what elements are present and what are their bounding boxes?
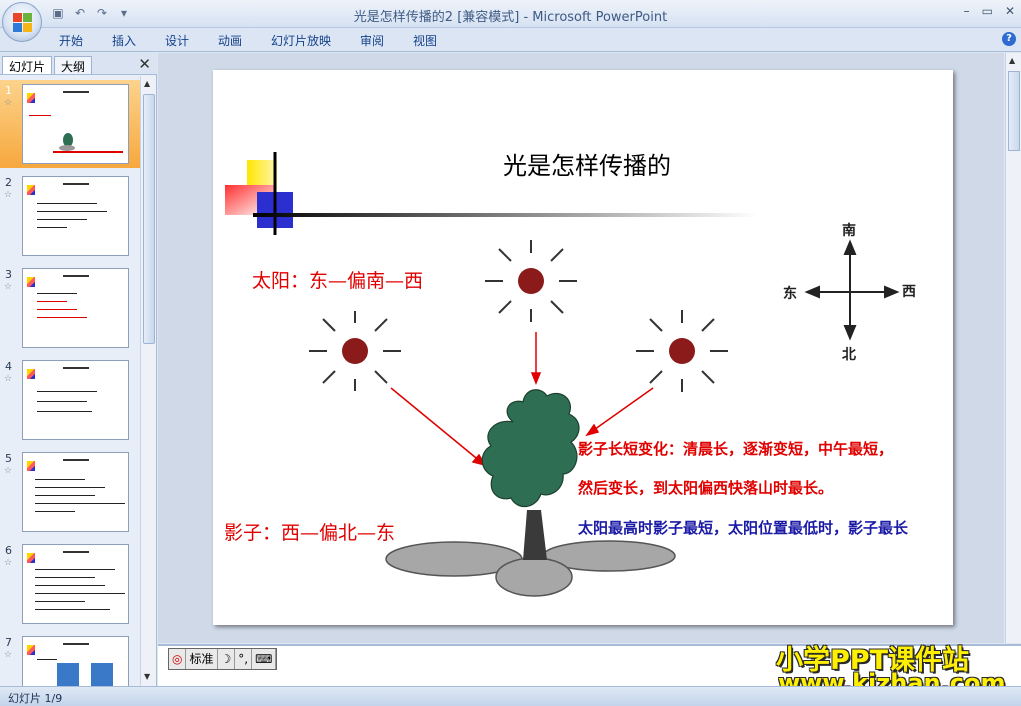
tab-home[interactable]: 开始 bbox=[59, 32, 83, 49]
slide-number: 4 bbox=[5, 360, 12, 373]
slide-number: 1 bbox=[5, 84, 12, 97]
office-button[interactable] bbox=[2, 2, 42, 42]
slide-preview bbox=[22, 544, 129, 624]
animation-icon: ☆ bbox=[4, 98, 13, 108]
compass-label-east: 东 bbox=[783, 286, 797, 302]
close-button[interactable]: ✕ bbox=[1005, 4, 1015, 18]
slide-canvas[interactable]: 光是怎样传播的 太阳：东—偏南—西 影子：西—偏北—东 影子长短变化：清晨长，逐… bbox=[213, 70, 953, 625]
tree-icon bbox=[481, 389, 580, 560]
tab-design[interactable]: 设计 bbox=[165, 32, 189, 49]
slide-preview bbox=[22, 636, 129, 686]
animation-icon: ☆ bbox=[4, 374, 13, 384]
slide-title[interactable]: 光是怎样传播的 bbox=[503, 146, 671, 181]
sun-path-label[interactable]: 太阳：东—偏南—西 bbox=[252, 266, 423, 293]
shadow-change-text-1[interactable]: 影子长短变化：清晨长，逐渐变短，中午最短， bbox=[578, 438, 893, 459]
window-title: 光是怎样传播的2 [兼容模式] - Microsoft PowerPoint bbox=[353, 10, 668, 25]
close-icon[interactable]: ✕ bbox=[138, 55, 151, 73]
compass-label-west: 西 bbox=[902, 284, 916, 300]
scroll-up-icon[interactable]: ▲ bbox=[1009, 56, 1015, 65]
slide-preview bbox=[22, 452, 129, 532]
punctuation-icon[interactable]: °, bbox=[235, 649, 253, 669]
tab-view[interactable]: 视图 bbox=[413, 32, 437, 49]
title-underline bbox=[253, 213, 758, 217]
window-controls: – ▭ ✕ bbox=[964, 4, 1015, 18]
scroll-down-icon[interactable]: ▼ bbox=[144, 672, 150, 681]
slide-number: 2 bbox=[5, 176, 12, 189]
compass-label-south: 南 bbox=[842, 223, 856, 239]
slide-thumbnail[interactable]: 1 ☆ bbox=[0, 80, 140, 168]
ime-toolbar: ◎ 标准 ☽ °, ⌨ bbox=[168, 648, 278, 670]
slide-scrollbar[interactable]: ▲ bbox=[1005, 53, 1021, 643]
minimize-button[interactable]: – bbox=[964, 4, 970, 18]
scroll-thumb[interactable] bbox=[1008, 71, 1020, 151]
slide-preview bbox=[22, 268, 129, 348]
slide-number: 7 bbox=[5, 636, 12, 649]
ime-mode[interactable]: 标准 bbox=[186, 649, 218, 669]
slide-thumbnail[interactable]: 6 ☆ bbox=[0, 540, 140, 628]
office-logo-icon bbox=[13, 13, 33, 33]
shadow-north bbox=[495, 557, 573, 597]
shadow-change-text-2[interactable]: 然后变长，到太阳偏西快落山时最长。 bbox=[578, 477, 833, 498]
keyboard-icon[interactable]: ⌨ bbox=[252, 649, 277, 669]
slide-thumbnail[interactable]: 4 ☆ bbox=[0, 356, 140, 444]
pane-tabs: 幻灯片 大纲 ✕ bbox=[0, 53, 157, 75]
help-icon[interactable]: ? bbox=[1002, 32, 1016, 46]
slide-counter: 幻灯片 1/9 bbox=[8, 692, 63, 705]
sun-center-icon bbox=[485, 240, 577, 322]
sun-left-icon bbox=[309, 311, 401, 391]
status-bar: 幻灯片 1/9 bbox=[0, 686, 1021, 706]
scroll-thumb[interactable] bbox=[143, 94, 155, 344]
slide-thumbnail[interactable]: 2 ☆ bbox=[0, 172, 140, 260]
tab-slides[interactable]: 幻灯片 bbox=[2, 56, 53, 74]
tab-animations[interactable]: 动画 bbox=[218, 32, 242, 49]
ime-logo-icon[interactable]: ◎ bbox=[169, 649, 187, 669]
compass bbox=[804, 239, 900, 341]
shadow-rule-text[interactable]: 太阳最高时影子最短，太阳位置最低时，影子最长 bbox=[578, 517, 908, 538]
ribbon-tabs: 开始 插入 设计 动画 幻灯片放映 审阅 视图 ? bbox=[0, 28, 1021, 52]
compass-label-north: 北 bbox=[842, 347, 856, 363]
tab-outline[interactable]: 大纲 bbox=[54, 56, 93, 74]
sun-right-icon bbox=[636, 310, 728, 392]
scroll-up-icon[interactable]: ▲ bbox=[144, 79, 150, 88]
slide-number: 3 bbox=[5, 268, 12, 281]
slide-number: 5 bbox=[5, 452, 12, 465]
slide-preview bbox=[22, 360, 129, 440]
moon-icon[interactable]: ☽ bbox=[218, 649, 236, 669]
animation-icon: ☆ bbox=[4, 650, 13, 660]
animation-icon: ☆ bbox=[4, 466, 13, 476]
slide-thumbnail[interactable]: 3 ☆ bbox=[0, 264, 140, 352]
shadow-path-label[interactable]: 影子：西—偏北—东 bbox=[224, 518, 395, 545]
tab-slideshow[interactable]: 幻灯片放映 bbox=[271, 32, 331, 49]
slide-preview bbox=[22, 176, 129, 256]
animation-icon: ☆ bbox=[4, 282, 13, 292]
slide-preview bbox=[22, 84, 129, 164]
thumbnails-scrollbar[interactable]: ▲ ▼ bbox=[140, 76, 156, 686]
slide-thumbnails: 1 ☆ 2 ☆ 3 ☆ 4 ☆ 5 ☆ 6 ☆ 7 ☆ bbox=[0, 76, 140, 686]
animation-icon: ☆ bbox=[4, 190, 13, 200]
title-bar: ▣ ↶ ↷ ▾ 光是怎样传播的2 [兼容模式] - Microsoft Powe… bbox=[0, 0, 1021, 28]
animation-icon: ☆ bbox=[4, 558, 13, 568]
slides-pane: 幻灯片 大纲 ✕ 1 ☆ 2 ☆ 3 ☆ 4 ☆ 5 ☆ 6 ☆ 7 ☆ ▲ ▼ bbox=[0, 53, 157, 686]
slide-thumbnail[interactable]: 5 ☆ bbox=[0, 448, 140, 536]
slide-thumbnail[interactable]: 7 ☆ bbox=[0, 632, 140, 686]
tab-review[interactable]: 审阅 bbox=[360, 32, 384, 49]
tab-insert[interactable]: 插入 bbox=[112, 32, 136, 49]
restore-button[interactable]: ▭ bbox=[982, 4, 993, 18]
slide-number: 6 bbox=[5, 544, 12, 557]
